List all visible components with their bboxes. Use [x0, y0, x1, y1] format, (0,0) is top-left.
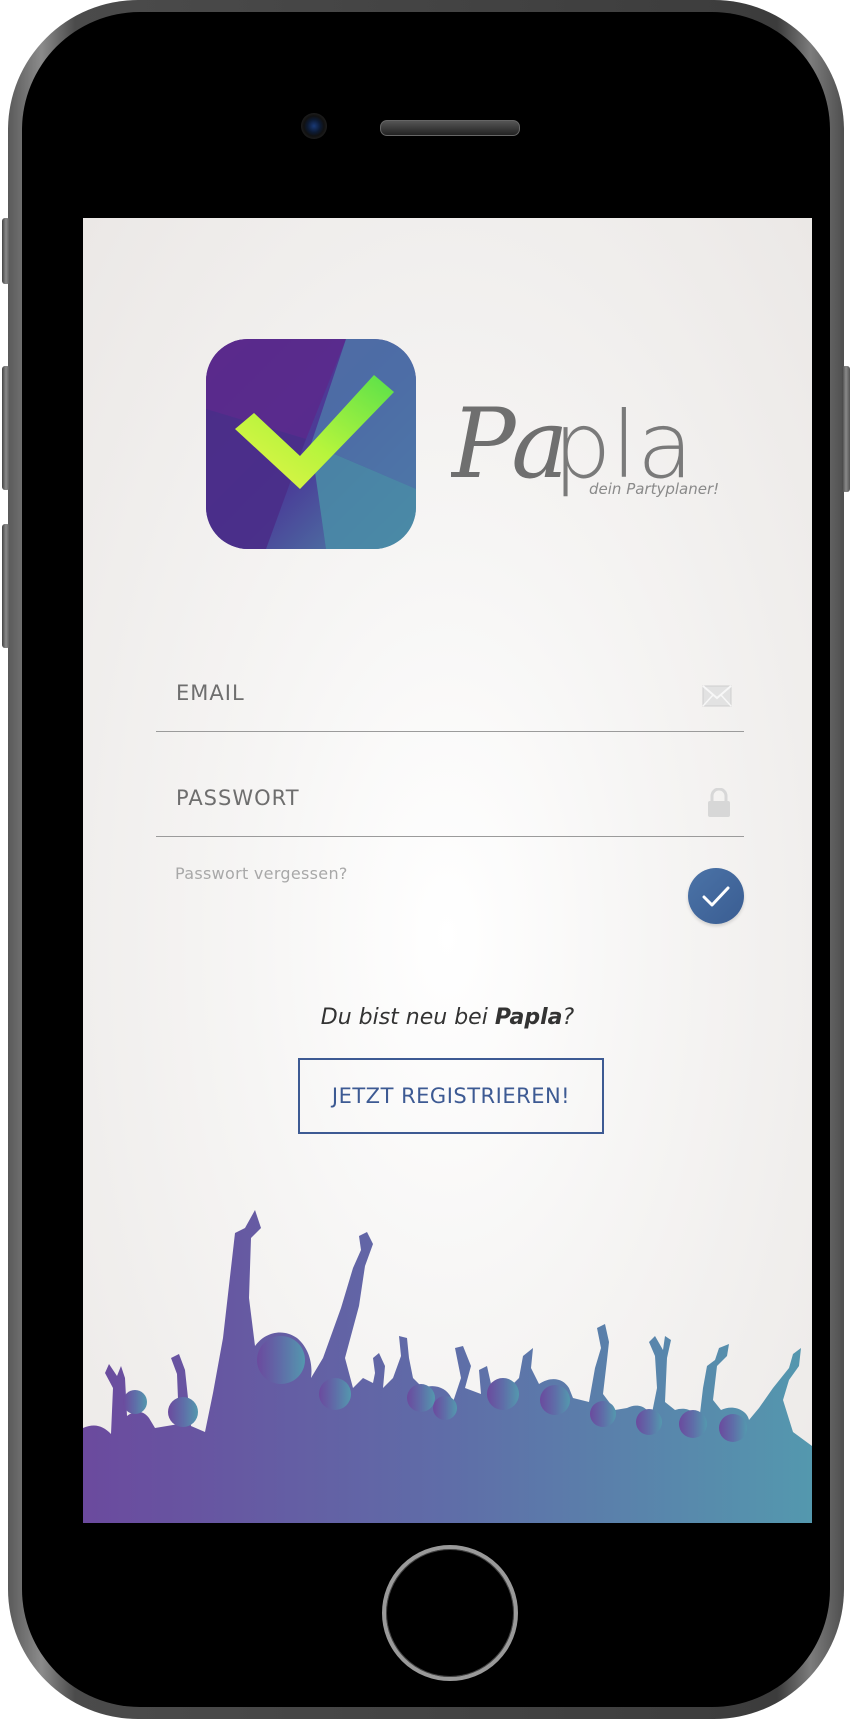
signup-prompt: Du bist neu bei Papla? — [83, 1005, 812, 1030]
password-field[interactable]: PASSWORT — [156, 772, 744, 837]
envelope-icon — [702, 685, 732, 711]
checkmark-icon — [702, 886, 730, 907]
signup-prompt-brand: Papla — [494, 1005, 563, 1030]
email-field[interactable]: EMAIL — [156, 667, 744, 732]
phone-frame: Pa pla dein Partyplaner! EMAIL PASSWORT … — [2, 0, 850, 1719]
wordmark-part-1: Pa — [451, 388, 569, 500]
app-logo — [206, 339, 416, 549]
forgot-password-link[interactable]: Passwort vergessen? — [175, 864, 348, 883]
app-tagline: dein Partyplaner! — [589, 480, 720, 498]
mute-switch — [2, 218, 10, 284]
power-button — [842, 366, 850, 492]
signup-prompt-text: Du bist neu bei — [320, 1005, 495, 1030]
volume-up-button — [2, 366, 10, 490]
app-wordmark: Pa pla — [449, 379, 711, 519]
earpiece-speaker — [380, 120, 520, 136]
checkmark-logo-icon — [206, 339, 416, 549]
login-screen: Pa pla dein Partyplaner! EMAIL PASSWORT … — [83, 218, 812, 1523]
phone-bezel: Pa pla dein Partyplaner! EMAIL PASSWORT … — [22, 12, 830, 1707]
login-submit-button[interactable] — [688, 868, 744, 924]
home-button[interactable] — [382, 1545, 518, 1681]
lock-icon — [706, 787, 732, 822]
volume-down-button — [2, 524, 10, 648]
crowd-silhouette — [83, 1210, 812, 1523]
password-label: PASSWORT — [176, 786, 300, 810]
email-label: EMAIL — [176, 681, 245, 705]
signup-prompt-suffix: ? — [562, 1005, 575, 1030]
front-camera — [301, 113, 327, 139]
register-button[interactable]: JETZT REGISTRIEREN! — [298, 1058, 604, 1134]
